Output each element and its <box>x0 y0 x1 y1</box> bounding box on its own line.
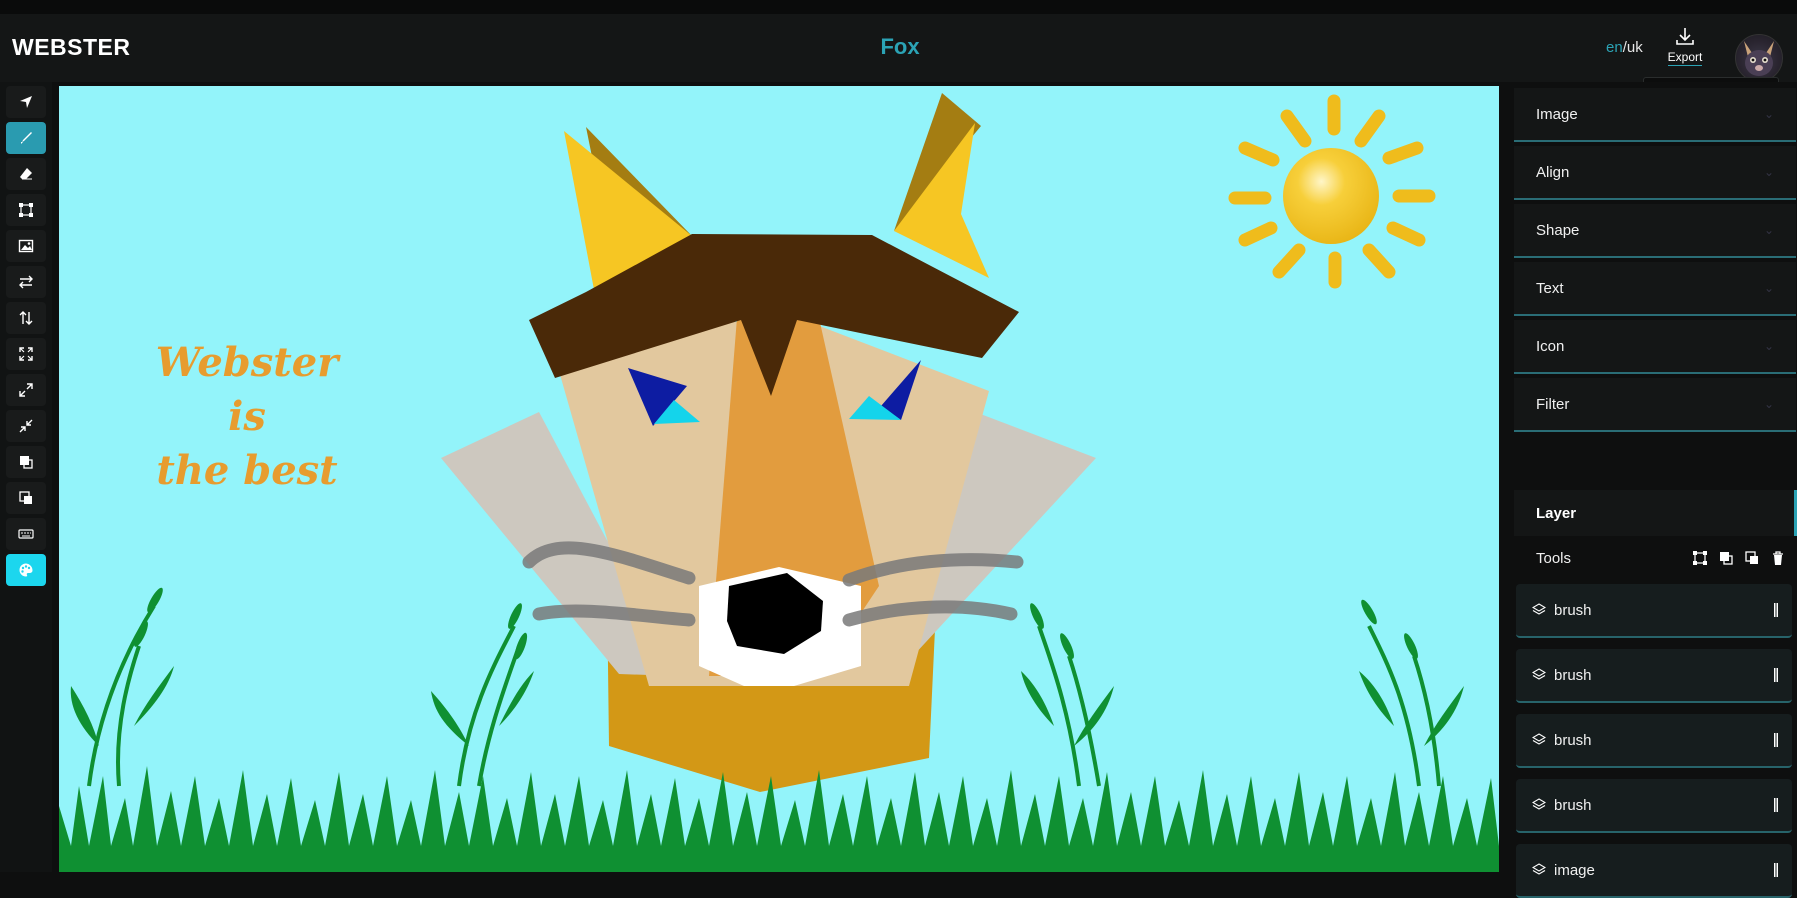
flip-horizontal-icon <box>19 275 33 289</box>
drawing-canvas[interactable]: Webster is the best <box>59 86 1499 872</box>
canvas-text-webster-is-the-best[interactable]: Webster is the best <box>147 336 347 498</box>
bring-forward-icon[interactable] <box>1718 550 1734 566</box>
fit-screen-icon <box>19 347 33 361</box>
section-filter[interactable]: Filter ⌄ <box>1514 378 1796 432</box>
tool-shrink[interactable] <box>6 410 46 442</box>
layer-name: brush <box>1554 601 1592 619</box>
bring-forward-icon <box>20 456 33 469</box>
shrink-icon <box>19 419 33 433</box>
chevron-down-icon: ⌄ <box>1763 165 1774 179</box>
tool-keyboard[interactable] <box>6 518 46 550</box>
sun-drawing <box>1228 94 1436 289</box>
section-text-label: Text <box>1536 279 1564 297</box>
chevron-down-icon: ⌄ <box>1763 223 1774 237</box>
send-backward-icon <box>19 491 32 504</box>
app-logo[interactable]: WEBSTER <box>12 34 131 61</box>
layer-name: brush <box>1554 796 1592 814</box>
section-shape-label: Shape <box>1536 221 1580 239</box>
export-label: Export <box>1667 50 1703 66</box>
drag-handle-icon[interactable] <box>1774 603 1778 617</box>
tool-bring-forward[interactable] <box>6 446 46 478</box>
layer-item[interactable]: brush <box>1516 584 1792 638</box>
brush-icon <box>21 132 32 144</box>
tool-transform[interactable] <box>6 194 46 226</box>
navigation-arrow-icon <box>20 96 32 108</box>
layer-item[interactable]: brush <box>1516 714 1792 768</box>
drag-handle-icon[interactable] <box>1774 798 1778 812</box>
layer-name: brush <box>1554 731 1592 749</box>
tool-flip-vertical[interactable] <box>6 302 46 334</box>
send-backward-icon[interactable] <box>1744 550 1760 566</box>
lang-en[interactable]: en <box>1606 39 1623 56</box>
canvas-text-line-2: the best <box>156 447 338 494</box>
trash-icon[interactable] <box>1770 550 1786 566</box>
flip-vertical-icon <box>19 311 33 325</box>
tool-eraser[interactable] <box>6 158 46 190</box>
drag-handle-icon[interactable] <box>1774 733 1778 747</box>
window-top-strip <box>0 0 1797 14</box>
chevron-down-icon: ⌄ <box>1763 397 1774 411</box>
eraser-icon <box>20 168 32 180</box>
palette-icon <box>19 563 33 577</box>
tool-send-backward[interactable] <box>6 482 46 514</box>
export-button[interactable]: Export <box>1660 26 1710 76</box>
chevron-down-icon: ⌄ <box>1763 281 1774 295</box>
properties-panel: Image ⌄ Align ⌄ Shape ⌄ Text ⌄ Icon ⌄ Fi… <box>1508 82 1797 898</box>
section-text[interactable]: Text ⌄ <box>1514 262 1796 316</box>
expand-icon <box>19 383 33 397</box>
document-title[interactable]: Fox <box>820 34 980 60</box>
section-icon-label: Icon <box>1536 337 1565 355</box>
avatar-image <box>1744 41 1774 76</box>
layer-panel-title: Layer <box>1536 504 1577 522</box>
group-select-icon[interactable] <box>1692 550 1708 566</box>
tool-palette[interactable] <box>6 554 46 586</box>
section-align-label: Align <box>1536 163 1570 181</box>
tool-fit-screen[interactable] <box>6 338 46 370</box>
drag-handle-icon[interactable] <box>1774 863 1778 877</box>
layers-icon <box>1532 668 1546 682</box>
fox-drawing <box>441 93 1096 792</box>
section-image[interactable]: Image ⌄ <box>1514 88 1796 142</box>
language-switcher[interactable]: en/uk <box>1606 39 1643 56</box>
user-avatar[interactable] <box>1735 34 1783 82</box>
tool-image[interactable] <box>6 230 46 262</box>
layer-name: brush <box>1554 666 1592 684</box>
layer-item[interactable]: image <box>1516 844 1792 898</box>
layers-icon <box>1532 863 1546 877</box>
section-align[interactable]: Align ⌄ <box>1514 146 1796 200</box>
left-toolbar <box>0 82 52 872</box>
layer-item[interactable]: brush <box>1516 649 1792 703</box>
layer-name: image <box>1554 861 1595 879</box>
section-shape[interactable]: Shape ⌄ <box>1514 204 1796 258</box>
chevron-down-icon: ⌄ <box>1763 107 1774 121</box>
tool-brush[interactable] <box>6 122 46 154</box>
chevron-down-icon: ⌄ <box>1763 339 1774 353</box>
keyboard-icon <box>18 529 34 539</box>
layers-icon <box>1532 603 1546 617</box>
lang-uk[interactable]: uk <box>1627 39 1643 56</box>
top-header: WEBSTER Fox en/uk Export <box>0 14 1797 82</box>
tool-flip-horizontal[interactable] <box>6 266 46 298</box>
tool-expand[interactable] <box>6 374 46 406</box>
image-icon <box>18 239 34 253</box>
section-icon[interactable]: Icon ⌄ <box>1514 320 1796 374</box>
canvas-text-line-1: Webster is <box>155 339 339 440</box>
section-image-label: Image <box>1536 105 1578 123</box>
layer-panel-header[interactable]: Layer <box>1514 490 1797 536</box>
download-icon <box>1676 28 1694 45</box>
bounding-box-icon <box>19 203 33 217</box>
layer-tools-row: Tools <box>1514 538 1796 578</box>
layer-tools-label: Tools <box>1536 549 1572 567</box>
tool-select[interactable] <box>6 86 46 118</box>
layers-icon <box>1532 733 1546 747</box>
layer-item[interactable]: brush <box>1516 779 1792 833</box>
drag-handle-icon[interactable] <box>1774 668 1778 682</box>
layers-icon <box>1532 798 1546 812</box>
section-filter-label: Filter <box>1536 395 1570 413</box>
